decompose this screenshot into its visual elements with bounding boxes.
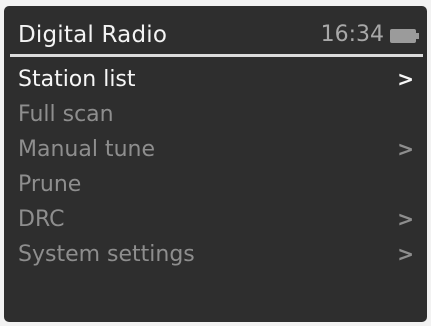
menu-list: Station list > Full scan Manual tune > P… xyxy=(18,62,418,272)
chevron-right-icon: > xyxy=(397,207,414,231)
menu-item-drc[interactable]: DRC > xyxy=(18,202,418,237)
menu-item-manual-tune[interactable]: Manual tune > xyxy=(18,132,418,167)
menu-item-station-list[interactable]: Station list > xyxy=(18,62,418,97)
menu-item-label: DRC xyxy=(18,207,65,232)
menu-item-prune[interactable]: Prune xyxy=(18,167,418,202)
menu-item-label: System settings xyxy=(18,242,195,267)
chevron-right-icon: > xyxy=(397,137,414,161)
menu-item-label: Manual tune xyxy=(18,137,155,162)
menu-item-system-settings[interactable]: System settings > xyxy=(18,237,418,272)
clock-time: 16:34 xyxy=(320,22,384,47)
menu-item-label: Full scan xyxy=(18,102,114,127)
chevron-right-icon: > xyxy=(397,242,414,266)
radio-display: Digital Radio 16:34 Station list > Full … xyxy=(4,6,427,322)
menu-item-full-scan[interactable]: Full scan xyxy=(18,97,418,132)
chevron-right-icon: > xyxy=(397,67,414,91)
screen-title: Digital Radio xyxy=(18,22,168,48)
header-bar: Digital Radio 16:34 xyxy=(12,18,419,54)
battery-icon xyxy=(390,29,419,43)
header-divider xyxy=(10,54,423,57)
menu-item-label: Prune xyxy=(18,172,82,197)
menu-item-label: Station list xyxy=(18,67,136,92)
